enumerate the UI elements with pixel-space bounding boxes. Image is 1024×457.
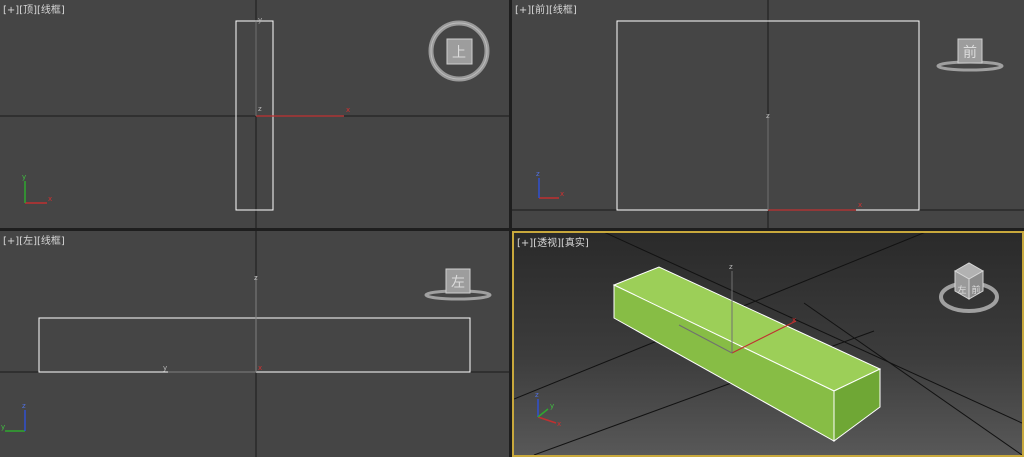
viewcube-icon[interactable]: 前 xyxy=(936,38,1004,72)
svg-text:z: z xyxy=(536,170,540,178)
axis-tripod-icon: z x xyxy=(536,170,564,199)
viewcube-face-label: 上 xyxy=(452,45,466,61)
viewport-persp-label: [+][透视][真实] xyxy=(517,238,589,250)
viewcube-face-label: 前 xyxy=(963,44,977,61)
viewport-front-canvas[interactable]: x z z x 前 xyxy=(512,0,1024,228)
viewport-menu-button[interactable]: [+] xyxy=(3,236,19,247)
svg-text:x: x xyxy=(48,195,52,203)
viewcube-face-label: 左 xyxy=(451,275,465,291)
gizmo-y-label: y xyxy=(258,16,262,24)
view-name-button[interactable]: [顶] xyxy=(19,5,37,16)
shading-mode-button[interactable]: [线框] xyxy=(37,5,65,16)
shading-mode-button[interactable]: [真实] xyxy=(561,238,589,249)
svg-text:y: y xyxy=(22,173,26,181)
viewport-perspective[interactable]: [+][透视][真实] x z z y x 左 前 xyxy=(512,231,1024,457)
viewcube-face-label: 左 xyxy=(957,284,966,296)
axis-tripod-icon: z y x xyxy=(535,391,561,428)
viewport-top-canvas[interactable]: x z y y x 上 xyxy=(0,0,509,228)
gizmo-x-label: x xyxy=(346,106,350,114)
box-shaded[interactable] xyxy=(612,266,882,442)
viewcube-icon[interactable]: 上 xyxy=(428,20,490,82)
svg-text:y: y xyxy=(550,402,554,410)
gizmo-z-label: z xyxy=(729,263,733,271)
svg-text:y: y xyxy=(1,423,5,431)
svg-text:x: x xyxy=(557,420,561,428)
svg-text:z: z xyxy=(22,402,26,410)
gizmo-y-label: y xyxy=(163,364,167,372)
viewcube-icon[interactable]: 左 前 xyxy=(939,262,999,313)
viewcube-icon[interactable]: 左 xyxy=(424,268,492,301)
gizmo-x-label: x xyxy=(792,316,796,324)
axis-tripod-icon: z y xyxy=(1,402,26,432)
viewport-top-label: [+][顶][线框] xyxy=(3,5,65,17)
view-name-button[interactable]: [前] xyxy=(531,5,549,16)
viewcube-face-label-2: 前 xyxy=(971,284,980,296)
gizmo-z-label: z xyxy=(254,274,258,282)
viewport-persp-canvas[interactable]: x z z y x 左 前 xyxy=(514,233,1022,455)
svg-text:z: z xyxy=(535,391,539,399)
viewport-left[interactable]: [+][左][线框] y z x z y 左 xyxy=(0,231,509,457)
gizmo-z-label: z xyxy=(258,105,262,113)
viewport-top[interactable]: [+][顶][线框] x z y y x 上 xyxy=(0,0,509,228)
gizmo-x-label: x xyxy=(258,364,262,372)
viewport-front-label: [+][前][线框] xyxy=(515,5,577,17)
shading-mode-button[interactable]: [线框] xyxy=(37,236,65,247)
shading-mode-button[interactable]: [线框] xyxy=(549,5,577,16)
viewport-menu-button[interactable]: [+] xyxy=(515,5,531,16)
box-wireframe[interactable] xyxy=(38,317,471,373)
view-name-button[interactable]: [透视] xyxy=(533,238,561,249)
gizmo-x-label: x xyxy=(858,201,862,209)
viewport-left-label: [+][左][线框] xyxy=(3,236,65,248)
svg-text:x: x xyxy=(560,190,564,198)
axis-tripod-icon: y x xyxy=(22,173,52,204)
viewport-menu-button[interactable]: [+] xyxy=(517,238,533,249)
viewport-menu-button[interactable]: [+] xyxy=(3,5,19,16)
view-name-button[interactable]: [左] xyxy=(19,236,37,247)
viewport-left-canvas[interactable]: y z x z y 左 xyxy=(0,231,509,457)
gizmo-z-label: z xyxy=(766,112,770,120)
viewport-front[interactable]: [+][前][线框] x z z x 前 xyxy=(512,0,1024,228)
